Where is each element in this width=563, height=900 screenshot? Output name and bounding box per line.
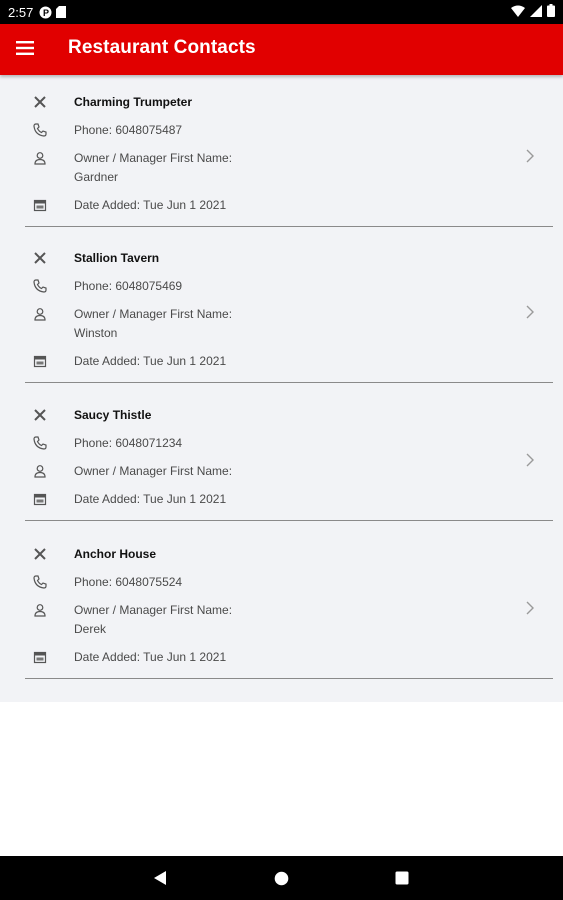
chevron-right-icon[interactable] <box>525 601 535 615</box>
contact-card[interactable]: Anchor House Phone: 6048075524 Owner / M… <box>25 539 553 679</box>
chevron-right-icon[interactable] <box>525 453 535 467</box>
contact-name: Stallion Tavern <box>74 251 160 265</box>
owner-label: Owner / Manager First Name: <box>74 603 233 617</box>
phone-icon <box>33 436 47 450</box>
sd-card-icon <box>56 6 67 18</box>
menu-icon[interactable] <box>16 40 38 60</box>
owner-name: Derek <box>74 622 107 636</box>
contact-name: Charming Trumpeter <box>74 95 193 109</box>
date-added: Date Added: Tue Jun 1 2021 <box>74 354 227 368</box>
contact-card[interactable]: Charming Trumpeter Phone: 6048075487 Own… <box>25 87 553 227</box>
owner-label: Owner / Manager First Name: <box>74 464 233 478</box>
owner-label: Owner / Manager First Name: <box>74 307 233 321</box>
system-nav-bar <box>0 856 563 900</box>
contact-name: Anchor House <box>74 547 157 561</box>
contact-owner-row: Owner / Manager First Name: Winston <box>25 305 505 343</box>
contact-card[interactable]: Saucy Thistle Phone: 6048071234 Owner / … <box>25 400 553 521</box>
calendar-icon <box>33 650 47 664</box>
person-icon <box>33 151 47 165</box>
calendar-icon <box>33 198 47 212</box>
cutlery-icon <box>33 408 47 422</box>
calendar-icon <box>33 492 47 506</box>
owner-name: Gardner <box>74 170 119 184</box>
contact-phone[interactable]: Phone: 6048075469 <box>74 277 182 296</box>
contact-phone[interactable]: Phone: 6048075524 <box>74 573 182 592</box>
recents-icon[interactable] <box>395 871 409 890</box>
wifi-icon <box>511 5 525 20</box>
contact-owner-row: Owner / Manager First Name: Gardner <box>25 149 505 187</box>
app-bar: Restaurant Contacts <box>0 24 563 75</box>
signal-icon <box>530 4 542 20</box>
page-title: Restaurant Contacts <box>68 37 256 58</box>
contact-name: Saucy Thistle <box>74 408 152 422</box>
phone-icon <box>33 575 47 589</box>
status-indicators <box>511 0 555 24</box>
contact-owner-row: Owner / Manager First Name: Derek <box>25 601 505 639</box>
back-icon[interactable] <box>153 870 167 891</box>
phone-icon <box>33 279 47 293</box>
svg-text:P: P <box>43 8 49 18</box>
contact-card[interactable]: Stallion Tavern Phone: 6048075469 Owner … <box>25 243 553 383</box>
calendar-icon <box>33 354 47 368</box>
status-bar: 2:57 P <box>0 0 563 24</box>
contact-phone[interactable]: Phone: 6048075487 <box>74 121 182 140</box>
date-added: Date Added: Tue Jun 1 2021 <box>74 198 227 212</box>
owner-name: Winston <box>74 326 118 340</box>
owner-label: Owner / Manager First Name: <box>74 151 233 165</box>
date-added: Date Added: Tue Jun 1 2021 <box>74 492 227 506</box>
cutlery-icon <box>33 547 47 561</box>
person-icon <box>33 464 47 478</box>
contact-list: Charming Trumpeter Phone: 6048075487 Own… <box>0 75 563 702</box>
person-icon <box>33 603 47 617</box>
battery-icon <box>547 4 555 20</box>
phone-icon <box>33 123 47 137</box>
date-added: Date Added: Tue Jun 1 2021 <box>74 650 227 664</box>
person-icon <box>33 307 47 321</box>
home-icon[interactable] <box>274 871 289 891</box>
cutlery-icon <box>33 95 47 109</box>
notification-p-icon: P <box>39 6 52 19</box>
status-time: 2:57 <box>8 4 34 20</box>
contact-phone[interactable]: Phone: 6048071234 <box>74 434 182 453</box>
chevron-right-icon[interactable] <box>525 305 535 319</box>
cutlery-icon <box>33 251 47 265</box>
chevron-right-icon[interactable] <box>525 149 535 163</box>
